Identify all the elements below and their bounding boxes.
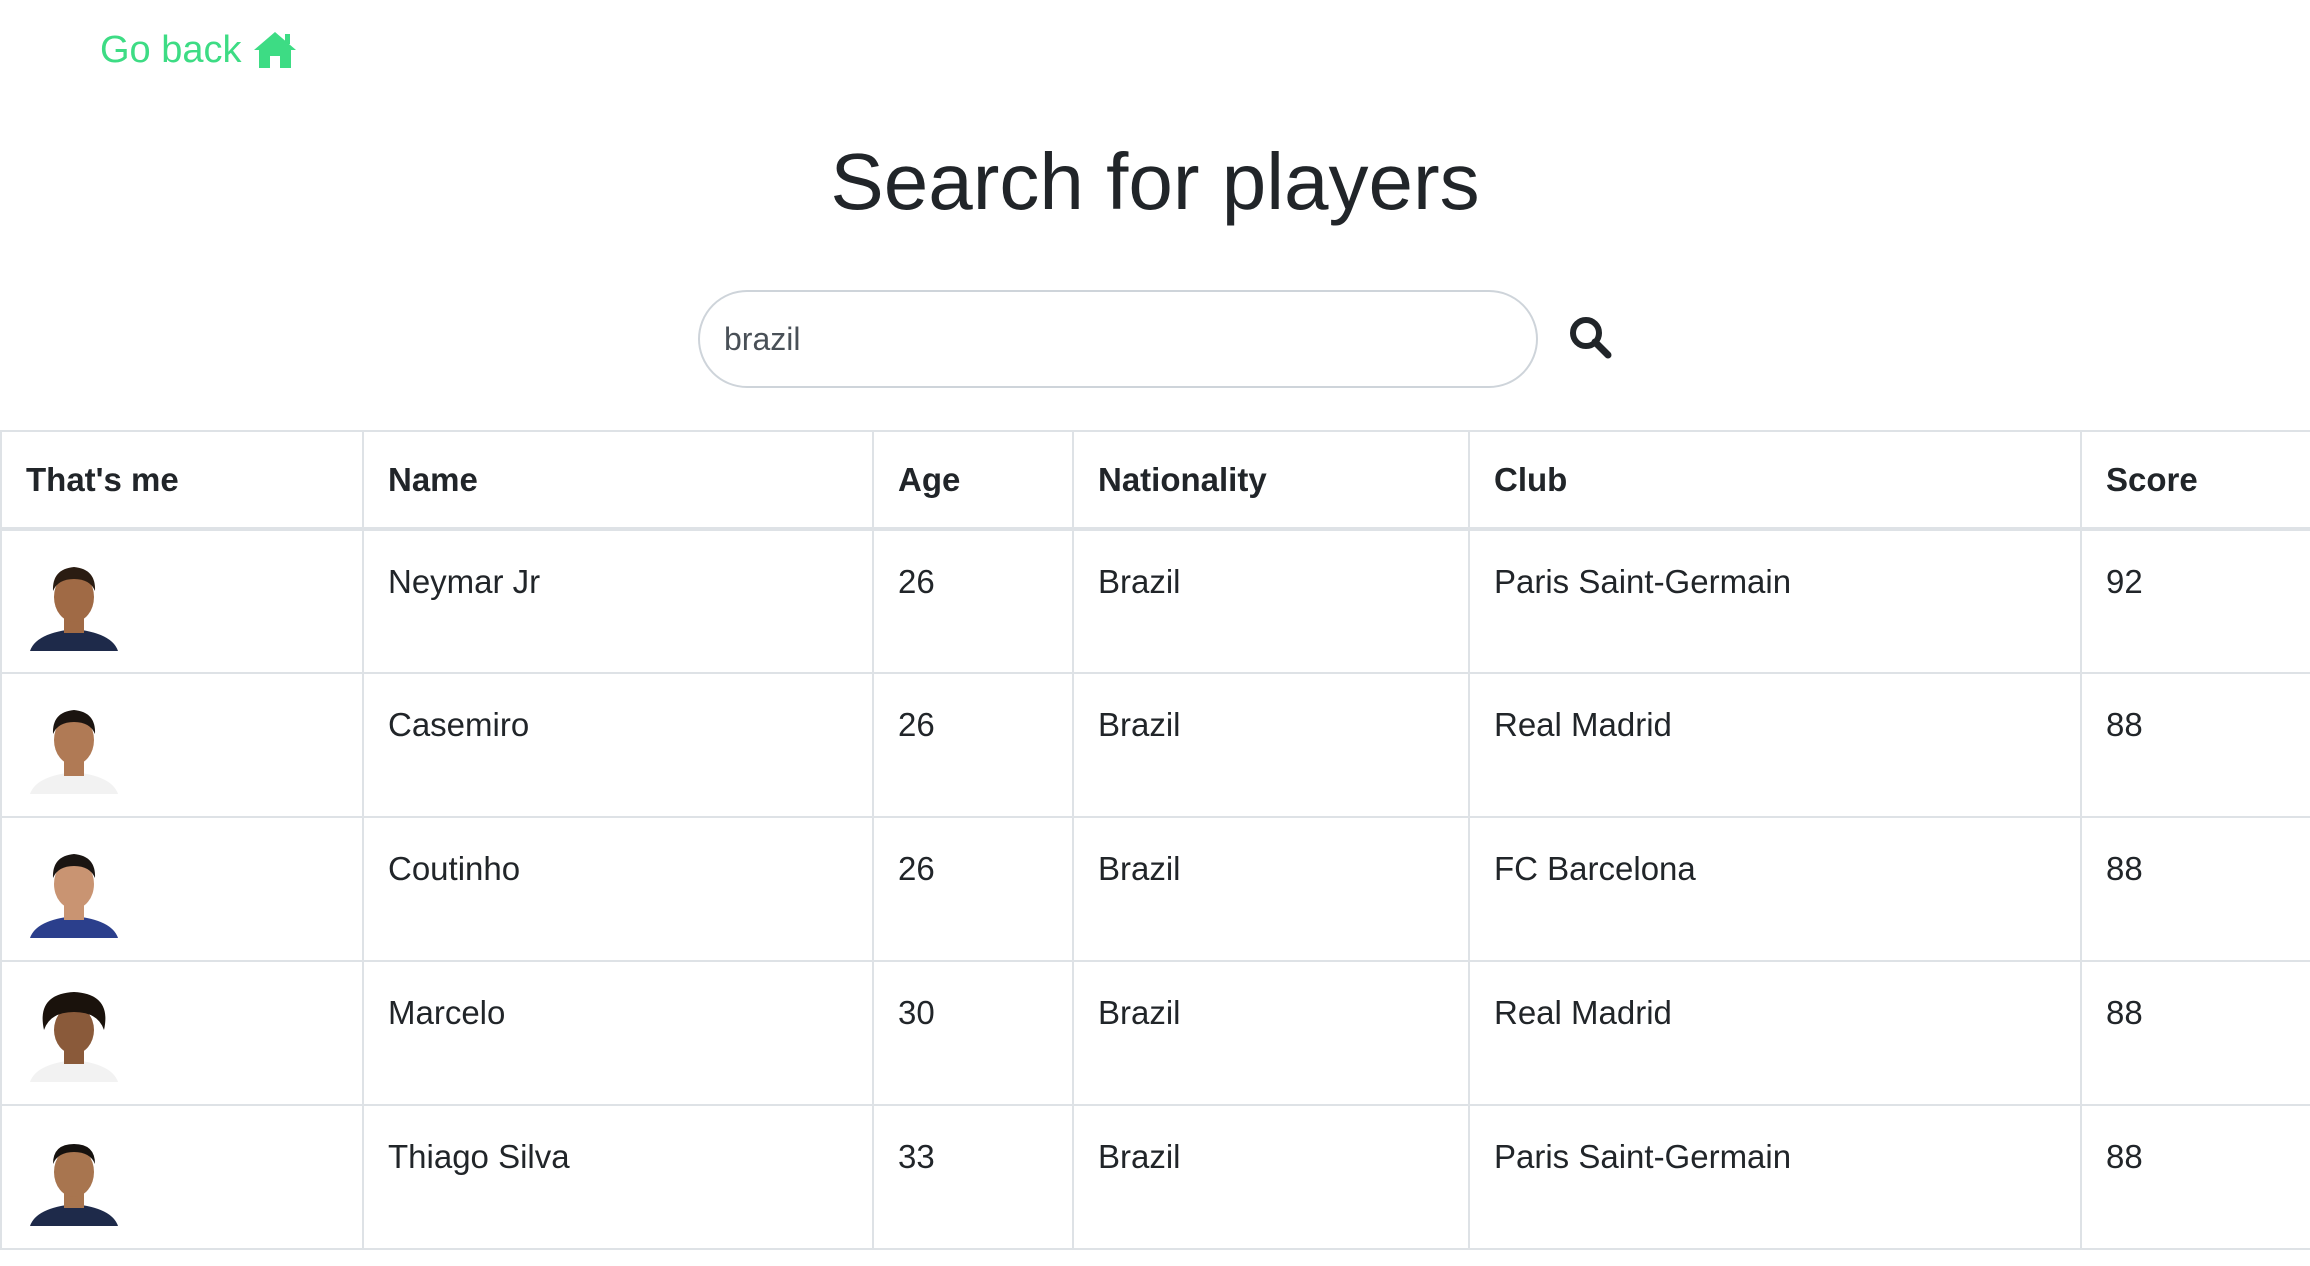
go-back-label: Go back [100, 29, 242, 71]
score-cell: 92 [2080, 528, 2310, 674]
table-row[interactable]: Neymar Jr 26 Brazil Paris Saint-Germain … [0, 528, 2310, 674]
club-cell: Paris Saint-Germain [1468, 528, 2082, 674]
player-photo[interactable] [26, 986, 122, 1082]
table-body: Neymar Jr 26 Brazil Paris Saint-Germain … [0, 528, 2310, 1250]
thats-me-cell[interactable] [0, 1104, 364, 1250]
name-cell: Neymar Jr [362, 528, 874, 674]
header-club[interactable]: Club [1468, 430, 2082, 531]
age-cell: 26 [872, 816, 1074, 962]
club-cell: Paris Saint-Germain [1468, 1104, 2082, 1250]
player-photo[interactable] [26, 555, 122, 651]
age-cell: 30 [872, 960, 1074, 1106]
header-score[interactable]: Score [2080, 430, 2310, 531]
search-icon [1568, 316, 1612, 362]
players-table: That's me Name Age Nationality Club Scor… [0, 430, 2310, 1250]
club-cell: Real Madrid [1468, 960, 2082, 1106]
age-cell: 26 [872, 672, 1074, 818]
nationality-cell: Brazil [1072, 1104, 1470, 1250]
header-name[interactable]: Name [362, 430, 874, 531]
name-cell: Marcelo [362, 960, 874, 1106]
thats-me-cell[interactable] [0, 960, 364, 1106]
name-cell: Coutinho [362, 816, 874, 962]
name-cell: Casemiro [362, 672, 874, 818]
score-cell: 88 [2080, 960, 2310, 1106]
table-row[interactable]: Marcelo 30 Brazil Real Madrid 88 [0, 960, 2310, 1106]
header-row: That's me Name Age Nationality Club Scor… [0, 430, 2310, 531]
nationality-cell: Brazil [1072, 528, 1470, 674]
home-icon [252, 30, 298, 70]
page: Go back Search for players brazil That's… [0, 0, 2310, 1266]
search-input[interactable] [698, 290, 1538, 388]
age-cell: 26 [872, 528, 1074, 674]
thats-me-cell[interactable] [0, 528, 364, 674]
player-photo[interactable] [26, 698, 122, 794]
club-cell: FC Barcelona [1468, 816, 2082, 962]
score-cell: 88 [2080, 672, 2310, 818]
player-photo[interactable] [26, 1130, 122, 1226]
player-photo[interactable] [26, 842, 122, 938]
search-button[interactable] [1566, 314, 1614, 362]
nationality-cell: Brazil [1072, 816, 1470, 962]
score-cell: 88 [2080, 1104, 2310, 1250]
table-row[interactable]: Casemiro 26 Brazil Real Madrid 88 [0, 672, 2310, 818]
header-age[interactable]: Age [872, 430, 1074, 531]
thats-me-cell[interactable] [0, 672, 364, 818]
thats-me-cell[interactable] [0, 816, 364, 962]
header-thats-me[interactable]: That's me [0, 430, 364, 531]
go-back-link[interactable]: Go back [100, 30, 298, 70]
nationality-cell: Brazil [1072, 672, 1470, 818]
name-cell: Thiago Silva [362, 1104, 874, 1250]
page-title: Search for players [830, 137, 1480, 226]
club-cell: Real Madrid [1468, 672, 2082, 818]
score-cell: 88 [2080, 816, 2310, 962]
table-row[interactable]: Thiago Silva 33 Brazil Paris Saint-Germa… [0, 1104, 2310, 1250]
nationality-cell: Brazil [1072, 960, 1470, 1106]
table-row[interactable]: Coutinho 26 Brazil FC Barcelona 88 [0, 816, 2310, 962]
table-header: That's me Name Age Nationality Club Scor… [0, 430, 2310, 531]
header-nationality[interactable]: Nationality [1072, 430, 1470, 531]
age-cell: 33 [872, 1104, 1074, 1250]
